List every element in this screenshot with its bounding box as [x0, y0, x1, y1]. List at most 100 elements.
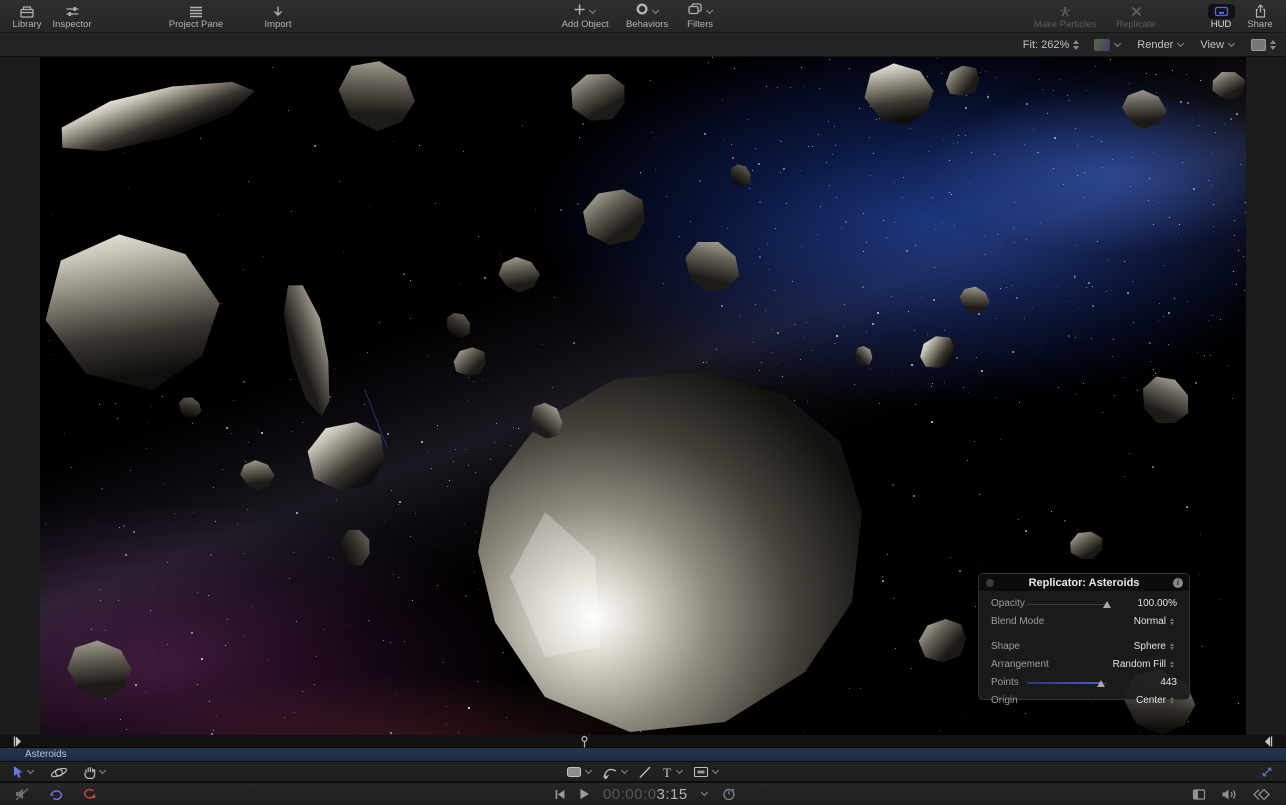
show-keyframe-editor-icon[interactable] [1252, 788, 1272, 801]
share-button[interactable]: Share [1242, 0, 1278, 30]
go-to-start-icon[interactable] [554, 789, 566, 800]
bezier-tool-chevron-down-icon[interactable] [621, 768, 629, 776]
play-range-out-marker[interactable] [1264, 736, 1273, 747]
add-object-chevron-down-icon[interactable] [589, 8, 597, 16]
library-icon [18, 3, 36, 20]
points-label: Points [991, 677, 1019, 688]
blend-mode-value[interactable]: Normal [1134, 616, 1166, 627]
project-pane-button[interactable]: Project Pane [162, 0, 230, 30]
share-label: Share [1247, 20, 1272, 30]
select-arrow-icon [12, 765, 24, 779]
track-name: Asteroids [25, 749, 67, 760]
rectangle-tool-chevron-down-icon[interactable] [585, 768, 593, 776]
timeline-track-asteroids[interactable]: Asteroids [0, 748, 1286, 762]
arrangement-value[interactable]: Random Fill [1113, 659, 1166, 670]
opacity-slider[interactable] [1027, 600, 1115, 608]
channels-chevron-down-icon [1114, 41, 1122, 49]
hand-icon [83, 765, 96, 779]
inspector-button[interactable]: Inspector [48, 0, 96, 30]
hud-info-icon[interactable]: i [1173, 578, 1183, 588]
origin-popup-icon[interactable] [1170, 697, 1177, 704]
shape-popup-icon[interactable] [1170, 643, 1177, 650]
arrangement-popup-icon[interactable] [1170, 661, 1177, 668]
top-toolbar: Library Inspector Project Pane [0, 0, 1286, 33]
show-timeline-icon[interactable] [1192, 788, 1206, 801]
opacity-label: Opacity [991, 598, 1025, 609]
hud-row-opacity: Opacity 100.00% [991, 596, 1177, 611]
play-icon[interactable] [579, 788, 590, 800]
mini-playhead[interactable] [580, 736, 589, 748]
render-chevron-down-icon [1177, 41, 1185, 49]
zoom-level-control[interactable]: Fit: 262% [1023, 39, 1079, 51]
record-animation-icon[interactable] [81, 787, 97, 801]
paint-stroke-tool[interactable] [638, 765, 652, 779]
inspector-label: Inspector [52, 20, 91, 30]
behaviors-label: Behaviors [626, 20, 668, 30]
hud-row-shape: Shape Sphere [991, 639, 1177, 654]
hud-title-bar[interactable]: Replicator: Asteroids i [979, 574, 1189, 591]
rectangle-tool[interactable] [566, 766, 593, 778]
svg-text:T: T [663, 766, 671, 779]
bezier-tool[interactable] [602, 765, 629, 779]
orbit-icon [50, 765, 68, 780]
timer-icon[interactable] [722, 787, 736, 801]
select-tool-chevron-down-icon[interactable] [27, 768, 35, 776]
view-menu-label: View [1200, 39, 1224, 51]
timecode-chevron-down-icon[interactable] [701, 790, 709, 798]
orbit-3d-tool[interactable] [50, 765, 68, 780]
library-button[interactable]: Library [6, 0, 48, 30]
filters-label: Filters [687, 20, 713, 30]
mask-rectangle-icon [693, 766, 709, 778]
blend-mode-popup-icon[interactable] [1170, 618, 1177, 625]
pan-tool-chevron-down-icon[interactable] [99, 768, 107, 776]
filters-button[interactable]: Filters [680, 0, 720, 30]
behaviors-chevron-down-icon[interactable] [652, 8, 660, 16]
viewport: Replicator: Asteroids i Opacity 100.00% … [0, 57, 1286, 735]
origin-value[interactable]: Center [1136, 695, 1166, 706]
text-tool-chevron-down-icon[interactable] [676, 768, 684, 776]
toolbar-center-group: Add Object Behaviors Filt [556, 0, 720, 33]
behaviors-button[interactable]: Behaviors [620, 0, 674, 30]
loop-playback-icon[interactable] [48, 787, 64, 801]
points-value[interactable]: 443 [1119, 677, 1177, 688]
render-menu[interactable]: Render [1137, 39, 1185, 51]
timecode-dim: 00:00:0 [603, 786, 657, 803]
filters-chevron-down-icon[interactable] [706, 8, 714, 16]
zoom-stepper-icon[interactable] [1073, 40, 1079, 50]
play-range-in-marker[interactable] [13, 736, 22, 747]
points-slider[interactable] [1027, 679, 1115, 687]
channels-control[interactable] [1094, 39, 1122, 51]
show-audio-timeline-icon[interactable] [1221, 788, 1237, 801]
timeline-zoom-icon[interactable] [1260, 765, 1274, 779]
render-menu-label: Render [1137, 39, 1173, 51]
hud-button[interactable]: HUD [1204, 0, 1238, 30]
replicate-label: Replicate [1116, 20, 1156, 30]
replicate-button: Replicate [1110, 0, 1162, 30]
add-object-label: Add Object [562, 20, 609, 30]
mask-tool-chevron-down-icon[interactable] [712, 768, 720, 776]
opacity-value[interactable]: 100.00% [1119, 598, 1177, 609]
shape-value[interactable]: Sphere [1134, 641, 1166, 652]
project-pane-icon [187, 3, 205, 20]
select-transform-tool[interactable] [12, 765, 35, 779]
transport-bar: 00:00:03:15 [0, 782, 1286, 804]
shape-label: Shape [991, 641, 1020, 652]
view-menu[interactable]: View [1200, 39, 1236, 51]
hud-close-icon[interactable] [986, 579, 994, 587]
make-particles-label: Make Particles [1034, 20, 1096, 30]
mute-audio-icon[interactable] [14, 787, 31, 801]
add-object-button[interactable]: Add Object [556, 0, 614, 30]
text-icon: T [661, 766, 673, 779]
origin-label: Origin [991, 695, 1018, 706]
hud-panel[interactable]: Replicator: Asteroids i Opacity 100.00% … [978, 573, 1190, 700]
canvas[interactable]: Replicator: Asteroids i Opacity 100.00% … [40, 57, 1246, 735]
text-tool[interactable]: T [661, 766, 684, 779]
toolbar-right-group: Make Particles Replicate HUD [1028, 0, 1278, 33]
mini-timeline[interactable] [0, 735, 1286, 748]
import-button[interactable]: Import [258, 0, 298, 30]
layout-control[interactable] [1251, 39, 1276, 51]
make-particles-button: Make Particles [1028, 0, 1102, 30]
mask-tool[interactable] [693, 766, 720, 778]
timecode-display[interactable]: 00:00:03:15 [603, 786, 688, 803]
pan-tool[interactable] [83, 765, 107, 779]
